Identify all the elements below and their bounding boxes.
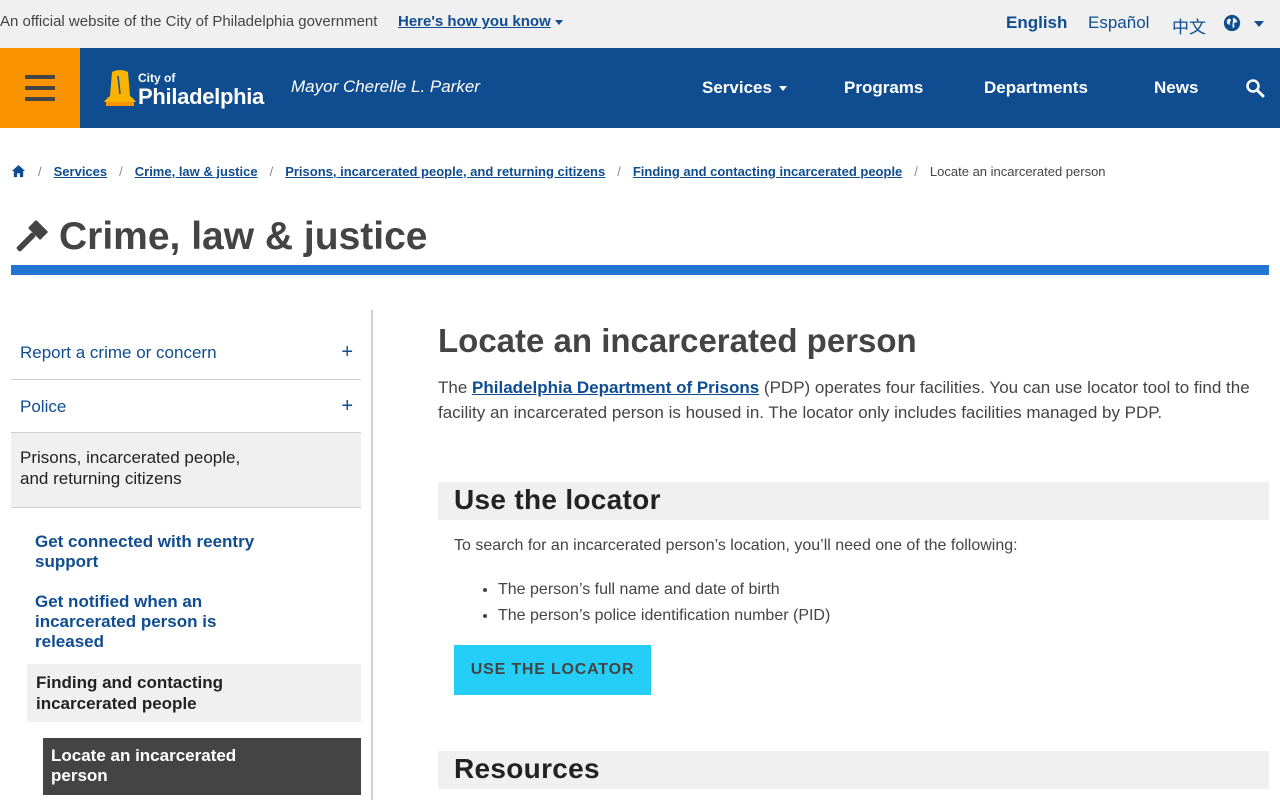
- plus-icon[interactable]: +: [341, 395, 353, 418]
- nav-departments[interactable]: Departments: [984, 78, 1088, 98]
- list-item: The person’s police identification numbe…: [498, 605, 830, 631]
- liberty-bell-logo[interactable]: [98, 66, 142, 110]
- language-spanish[interactable]: Español: [1088, 13, 1149, 33]
- menu-icon: [25, 75, 55, 79]
- sidebar-item-label: Report a crime or concern: [20, 343, 217, 362]
- breadcrumb-separator: /: [119, 163, 123, 179]
- menu-icon-bar: [25, 97, 55, 101]
- breadcrumb-separator: /: [269, 163, 274, 179]
- language-chinese[interactable]: 中文: [1172, 13, 1206, 38]
- official-banner: An official website of the City of Phila…: [0, 0, 1280, 48]
- locator-lead: To search for an incarcerated person’s l…: [454, 537, 1018, 554]
- language-english[interactable]: English: [1006, 13, 1067, 33]
- breadcrumb-current: Locate an incarcerated person: [929, 163, 1106, 179]
- sidebar-divider: [11, 379, 361, 380]
- search-icon[interactable]: [1245, 78, 1265, 98]
- plus-icon[interactable]: +: [341, 341, 353, 364]
- locator-heading: Use the locator: [454, 484, 661, 515]
- sidebar-nav: Report a crime or concern + Police + Pri…: [11, 310, 373, 800]
- sidebar-subitem-finding-contacting[interactable]: Finding and contacting incarcerated peop…: [27, 664, 361, 722]
- sidebar-subitem-reentry[interactable]: Get connected with reentry support: [35, 532, 275, 572]
- breadcrumb-crime-law-justice[interactable]: Crime, law & justice: [135, 164, 258, 179]
- breadcrumb-separator: /: [617, 163, 621, 179]
- breadcrumb: / Services / Crime, law & justice / Pris…: [11, 161, 1106, 181]
- nav-programs[interactable]: Programs: [844, 78, 923, 98]
- globe-icon[interactable]: [1223, 14, 1241, 32]
- intro-text-before: The: [438, 378, 473, 397]
- menu-icon-bar: [25, 86, 55, 90]
- mayor-link[interactable]: Mayor Cherelle L. Parker: [291, 77, 480, 97]
- how-you-know-link[interactable]: Here's how you know: [398, 13, 551, 30]
- list-item: The person’s full name and date of birth: [498, 579, 830, 605]
- sidebar-item-label: Prisons, incarcerated people, and return…: [20, 448, 241, 488]
- section-title: Crime, law & justice: [59, 215, 428, 258]
- home-icon[interactable]: [11, 164, 26, 179]
- logo-city-of[interactable]: City of: [138, 71, 175, 85]
- sidebar-item-report-crime[interactable]: Report a crime or concern +: [11, 341, 361, 365]
- sidebar-current-page[interactable]: Locate an incarcerated person: [43, 738, 361, 795]
- resources-heading-bar: Resources: [438, 751, 1269, 789]
- sidebar-item-prisons[interactable]: Prisons, incarcerated people, and return…: [11, 433, 361, 508]
- official-text: An official website of the City of Phila…: [0, 13, 378, 30]
- page-title: Locate an incarcerated person: [438, 322, 917, 359]
- sidebar-item-label: Finding and contacting incarcerated peop…: [36, 673, 223, 713]
- breadcrumb-finding-contacting[interactable]: Finding and contacting incarcerated peop…: [633, 164, 902, 179]
- language-dropdown-caret[interactable]: [1254, 21, 1264, 27]
- section-divider: [11, 265, 1269, 275]
- site-header: City of Philadelphia Mayor Cherelle L. P…: [0, 48, 1280, 128]
- sidebar-subitem-notified[interactable]: Get notified when an incarcerated person…: [35, 592, 275, 652]
- nav-news[interactable]: News: [1154, 78, 1198, 98]
- menu-button[interactable]: [0, 48, 80, 128]
- pdp-link[interactable]: Philadelphia Department of Prisons: [472, 378, 759, 397]
- sidebar-item-label: Locate an incarcerated person: [51, 746, 237, 785]
- breadcrumb-services[interactable]: Services: [54, 164, 108, 179]
- nav-services[interactable]: Services: [702, 78, 772, 98]
- breadcrumb-prisons[interactable]: Prisons, incarcerated people, and return…: [285, 164, 605, 179]
- gavel-icon: [16, 220, 48, 252]
- requirements-list: The person’s full name and date of birth…: [498, 579, 830, 631]
- resources-heading: Resources: [454, 753, 600, 784]
- logo-philadelphia[interactable]: Philadelphia: [138, 84, 264, 110]
- chevron-down-icon[interactable]: [555, 20, 563, 25]
- intro-paragraph: The Philadelphia Department of Prisons (…: [438, 375, 1268, 425]
- breadcrumb-separator: /: [914, 163, 918, 179]
- use-locator-button[interactable]: USE THE LOCATOR: [454, 645, 651, 695]
- sidebar-item-label: Police: [20, 397, 67, 416]
- chevron-down-icon[interactable]: [779, 86, 787, 91]
- breadcrumb-separator: /: [38, 163, 42, 179]
- locator-heading-bar: Use the locator: [438, 482, 1269, 520]
- sidebar-item-police[interactable]: Police +: [11, 395, 361, 419]
